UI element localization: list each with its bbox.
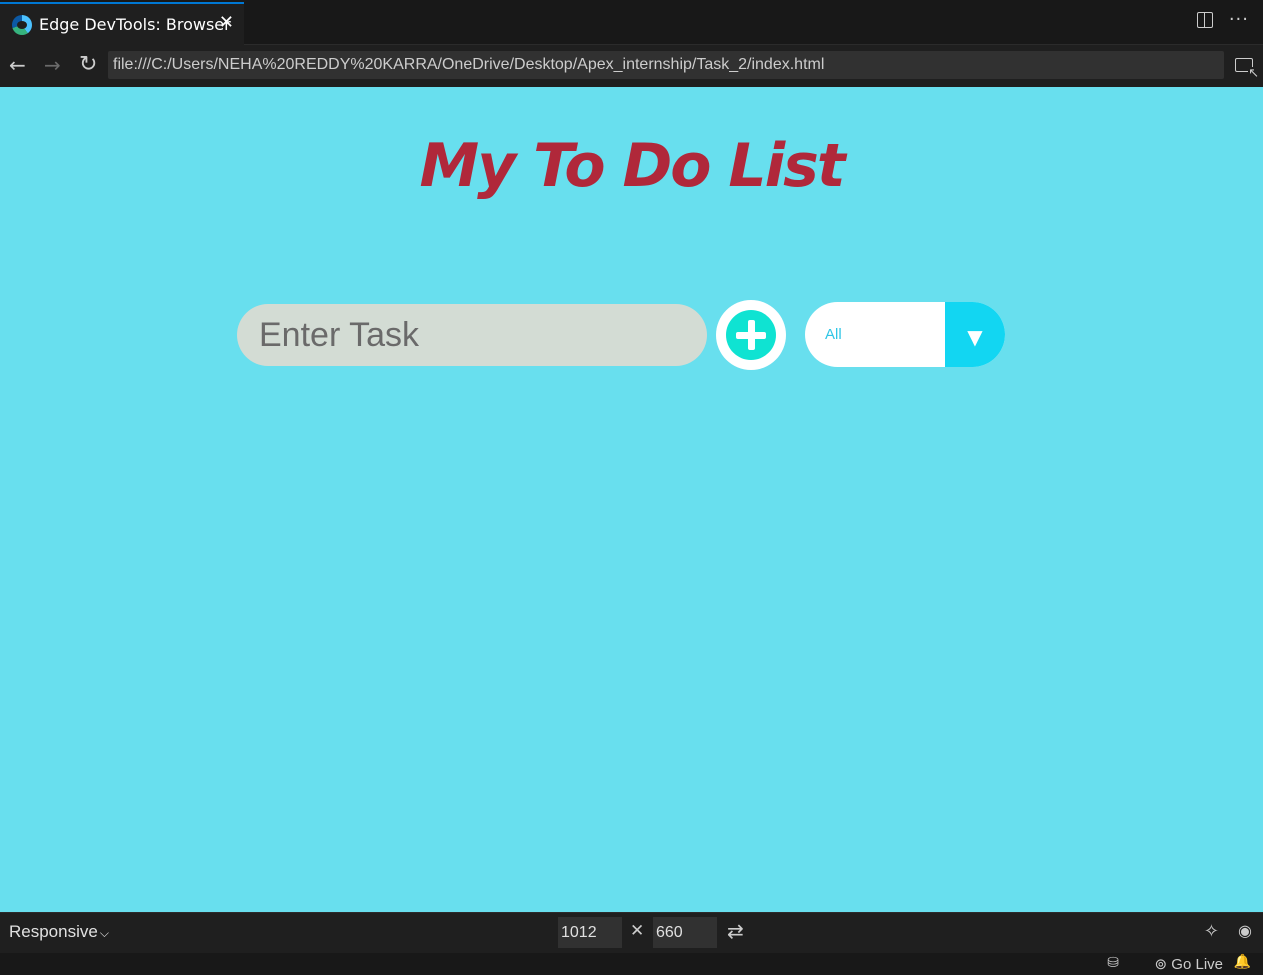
dropdown-arrow-icon: ▼	[945, 302, 1005, 367]
status-bar: ⛁ ⊚ Go Live 🔔	[0, 953, 1263, 975]
url-input[interactable]: file:///C:/Users/NEHA%20REDDY%20KARRA/On…	[108, 51, 1224, 79]
device-toolbar: Responsive ⌵ 1012 ✕ 660 ⇄ ✧ ◉	[0, 912, 1263, 953]
device-mode-label: Responsive	[9, 922, 98, 941]
eye-icon[interactable]: ◉	[1238, 921, 1252, 940]
back-arrow-icon[interactable]: ←	[9, 54, 26, 76]
copilot-icon[interactable]: ⛁	[1107, 955, 1119, 971]
broadcast-icon: ⊚	[1154, 956, 1168, 973]
width-input[interactable]: 1012	[558, 917, 622, 948]
page-title: My To Do List	[419, 131, 845, 201]
tab-bar: Edge DevTools: Browser ✕ ···	[0, 0, 1263, 45]
go-live-button[interactable]: ⊚ Go Live	[1155, 955, 1223, 973]
close-icon[interactable]: ✕	[219, 14, 234, 32]
height-input[interactable]: 660	[653, 917, 717, 948]
times-icon: ✕	[630, 921, 645, 941]
go-live-label: Go Live	[1171, 956, 1223, 973]
task-input[interactable]	[237, 304, 707, 366]
page-viewport: My To Do List All ▼	[0, 87, 1263, 912]
chevron-down-icon: ⌵	[99, 926, 109, 940]
tab-actions: ···	[1196, 11, 1249, 29]
more-actions-icon[interactable]: ···	[1229, 11, 1249, 29]
edge-logo-icon	[12, 14, 32, 35]
reload-icon[interactable]: ↻	[79, 54, 97, 76]
tab-title: Edge DevTools: Browser	[39, 15, 231, 34]
inspect-element-icon[interactable]	[1235, 58, 1259, 80]
plus-icon	[726, 310, 776, 360]
swap-dimensions-icon[interactable]: ⇄	[727, 919, 744, 943]
bell-icon[interactable]: 🔔	[1234, 954, 1251, 970]
split-editor-icon[interactable]	[1196, 12, 1213, 28]
filter-select[interactable]: All ▼	[805, 302, 1005, 367]
forward-arrow-icon[interactable]: →	[44, 54, 61, 76]
tab-edge-devtools-browser[interactable]: Edge DevTools: Browser ✕	[0, 2, 244, 45]
address-bar: ← → ↻ file:///C:/Users/NEHA%20REDDY%20KA…	[0, 45, 1263, 87]
device-mode-select[interactable]: Responsive ⌵	[9, 922, 109, 942]
filter-selected-value: All	[825, 326, 842, 343]
add-task-button[interactable]	[716, 300, 786, 370]
magic-wand-icon[interactable]: ✧	[1204, 921, 1219, 942]
